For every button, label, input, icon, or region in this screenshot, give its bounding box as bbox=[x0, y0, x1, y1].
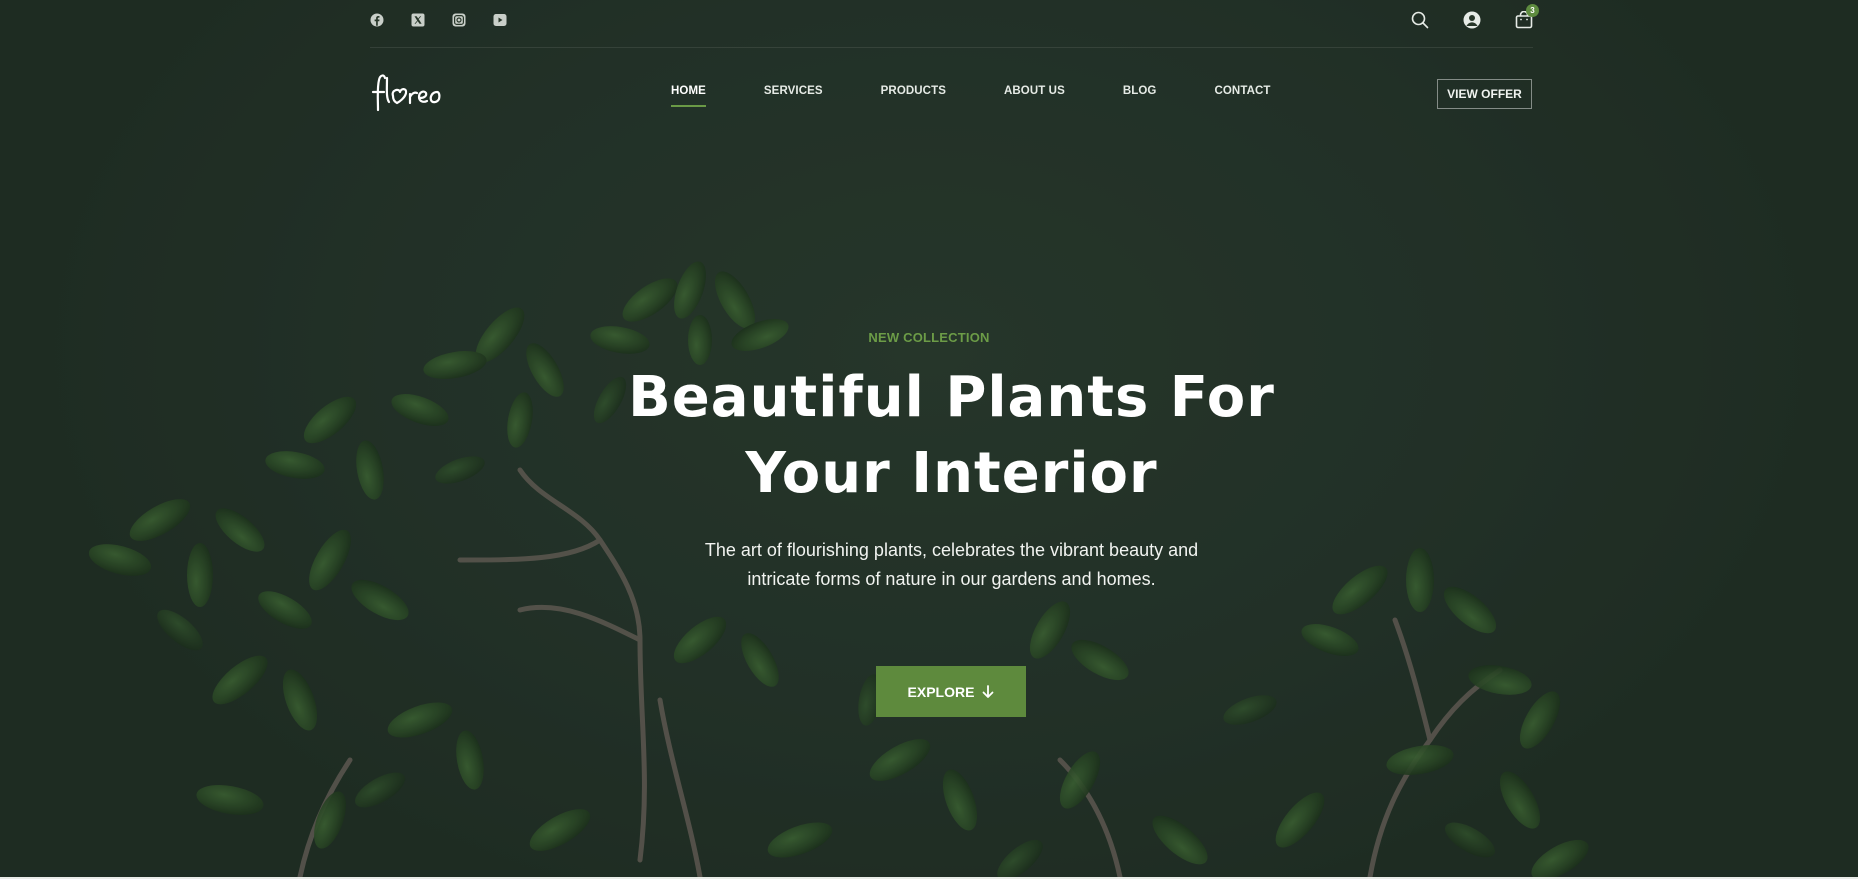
youtube-icon[interactable] bbox=[493, 13, 507, 27]
user-icon[interactable] bbox=[1463, 11, 1481, 29]
arrow-down-icon bbox=[983, 684, 994, 698]
hero-headline: Beautiful Plants For Your Interior bbox=[0, 360, 1858, 512]
search-icon[interactable] bbox=[1411, 11, 1429, 29]
instagram-icon[interactable] bbox=[452, 13, 466, 27]
floreo-logo[interactable] bbox=[369, 70, 447, 114]
description-line-2: intricate forms of nature in our gardens… bbox=[747, 569, 1156, 589]
nav-blog[interactable]: BLOG bbox=[1123, 85, 1157, 97]
hero-section: 3 HOME SERVICES PRODUCTS ABOUT US BLOG C… bbox=[0, 0, 1858, 877]
explore-button-label: EXPLORE bbox=[907, 683, 975, 700]
view-offer-button[interactable]: VIEW OFFER bbox=[1437, 79, 1532, 109]
explore-button[interactable]: EXPLORE bbox=[876, 666, 1026, 717]
x-twitter-icon[interactable] bbox=[411, 13, 425, 27]
social-links bbox=[370, 13, 534, 27]
nav-home[interactable]: HOME bbox=[671, 85, 706, 107]
nav-about-us[interactable]: ABOUT US bbox=[1004, 85, 1065, 97]
cart-count-badge: 3 bbox=[1526, 4, 1539, 17]
nav-contact[interactable]: CONTACT bbox=[1214, 85, 1270, 97]
nav-products[interactable]: PRODUCTS bbox=[881, 85, 946, 97]
top-bar: 3 bbox=[370, 0, 1539, 48]
hero-eyebrow: NEW COLLECTION bbox=[868, 330, 990, 345]
main-nav: HOME SERVICES PRODUCTS ABOUT US BLOG CON… bbox=[671, 85, 1271, 107]
headline-line-1: Beautiful Plants For bbox=[628, 365, 1275, 430]
description-line-1: The art of flourishing plants, celebrate… bbox=[704, 540, 1199, 560]
header-actions: 3 bbox=[1377, 4, 1539, 29]
facebook-icon[interactable] bbox=[370, 13, 384, 27]
hero-description: The art of flourishing plants, celebrate… bbox=[0, 536, 1858, 594]
nav-services[interactable]: SERVICES bbox=[764, 85, 823, 97]
cart-button[interactable]: 3 bbox=[1515, 4, 1539, 29]
headline-line-2: Your Interior bbox=[745, 441, 1158, 506]
